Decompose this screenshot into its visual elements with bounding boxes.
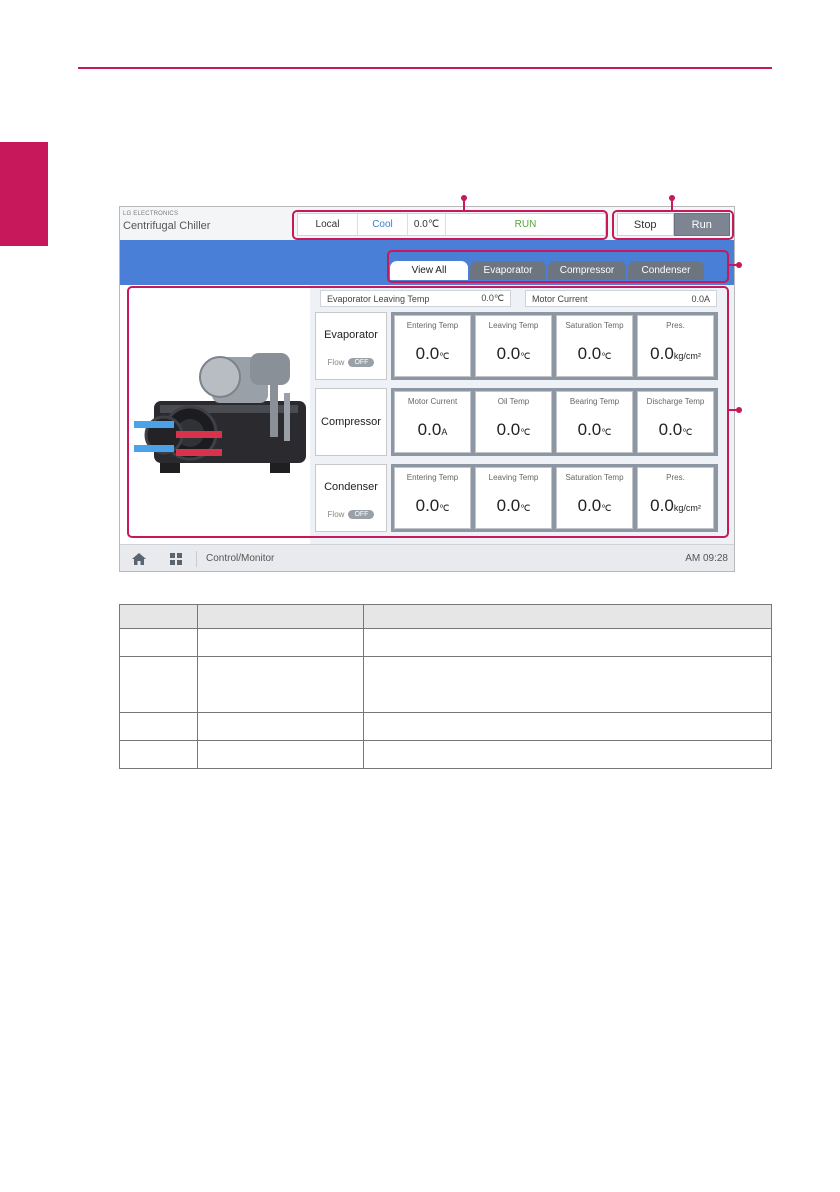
chapter-side-tab <box>0 142 48 246</box>
page-header-rule <box>78 67 772 69</box>
callout-tabs-area <box>387 250 729 283</box>
table-row <box>119 656 772 713</box>
breadcrumb-divider <box>196 551 197 567</box>
callout-dot-status <box>461 195 467 201</box>
home-icon[interactable] <box>132 553 146 565</box>
bottom-bar: Control/Monitor AM 09:28 <box>120 544 734 571</box>
table-row <box>119 740 772 769</box>
callout-control-area <box>612 210 734 240</box>
callout-dot-tabs <box>736 262 742 268</box>
description-table <box>119 604 772 769</box>
table-row <box>119 628 772 657</box>
clock: AM 09:28 <box>685 553 728 564</box>
grid-menu-icon[interactable] <box>170 553 182 565</box>
callout-dot-control <box>669 195 675 201</box>
callout-content-area <box>127 286 729 538</box>
breadcrumb: Control/Monitor <box>206 553 275 564</box>
callout-dot-content <box>736 407 742 413</box>
device-title: Centrifugal Chiller <box>123 220 211 232</box>
table-row <box>119 712 772 741</box>
callout-status-area <box>292 210 608 240</box>
brand-name: LG ELECTRONICS <box>123 211 179 217</box>
table-header-row <box>119 604 772 629</box>
